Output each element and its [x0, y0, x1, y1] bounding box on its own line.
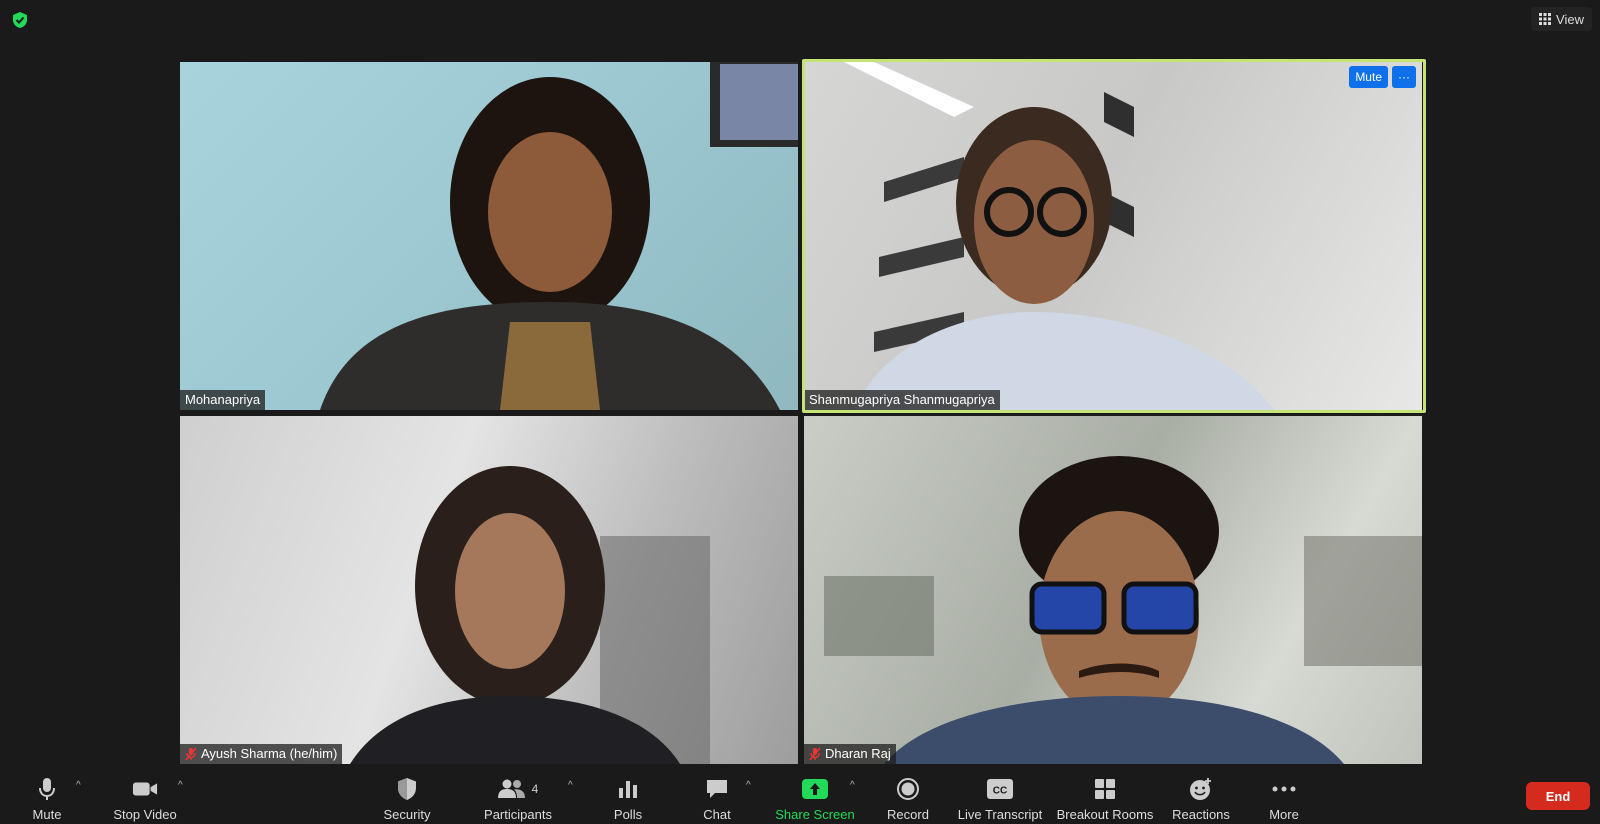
reactions-button[interactable]: Reactions	[1172, 768, 1230, 824]
svg-text:CC: CC	[993, 786, 1007, 797]
participant-name: Ayush Sharma (he/him)	[201, 746, 338, 761]
participant-name: Mohanapriya	[185, 392, 261, 407]
live-transcript-button[interactable]: CC Live Transcript	[958, 768, 1042, 824]
security-label: Security	[383, 807, 431, 822]
mute-button[interactable]: Mute	[22, 768, 72, 824]
polls-label: Polls	[613, 807, 643, 822]
participant-video	[824, 456, 1422, 764]
more-button[interactable]: More	[1267, 768, 1301, 824]
meeting-toolbar: Mute ^ Stop Video ^ Security 4 Participa…	[0, 768, 1600, 824]
live-transcript-label: Live Transcript	[957, 807, 1043, 822]
polls-icon	[615, 776, 641, 802]
participants-options-caret[interactable]: ^	[568, 780, 573, 791]
breakout-rooms-button[interactable]: Breakout Rooms	[1056, 768, 1154, 824]
microphone-muted-icon	[809, 747, 821, 761]
share-screen-button[interactable]: Share Screen	[775, 768, 855, 824]
active-speaker-border	[802, 59, 1426, 413]
reactions-smiley-icon	[1188, 776, 1214, 802]
polls-button[interactable]: Polls	[612, 768, 644, 824]
chat-bubble-icon	[704, 776, 730, 802]
more-label: More	[1269, 807, 1299, 822]
participants-count: 4	[531, 782, 539, 796]
participant-video	[350, 466, 710, 764]
end-meeting-button[interactable]: End	[1526, 782, 1590, 810]
microphone-icon	[34, 776, 60, 802]
participants-icon: 4	[493, 776, 543, 802]
participants-button[interactable]: 4 Participants	[482, 768, 554, 824]
breakout-rooms-icon	[1092, 776, 1118, 802]
chat-options-caret[interactable]: ^	[746, 780, 751, 791]
ellipsis-icon	[1271, 776, 1297, 802]
video-camera-icon	[132, 776, 158, 802]
audio-options-caret[interactable]: ^	[76, 780, 81, 791]
video-tile-ayush-sharma[interactable]: Ayush Sharma (he/him)	[180, 416, 798, 764]
stop-video-button[interactable]: Stop Video	[110, 768, 180, 824]
reactions-label: Reactions	[1172, 807, 1230, 822]
record-icon	[895, 776, 921, 802]
closed-captions-icon: CC	[987, 776, 1013, 802]
stop-video-label: Stop Video	[113, 807, 177, 822]
participant-video	[320, 62, 798, 410]
name-tag: Dharan Raj	[804, 744, 896, 764]
share-screen-icon	[802, 776, 828, 802]
microphone-muted-icon	[185, 747, 197, 761]
share-screen-label: Share Screen	[775, 807, 855, 822]
security-shield-icon	[394, 776, 420, 802]
name-tag: Mohanapriya	[180, 390, 266, 410]
record-button[interactable]: Record	[886, 768, 930, 824]
video-options-caret[interactable]: ^	[178, 780, 183, 791]
video-tile-mohanapriya[interactable]: Mohanapriya	[180, 62, 798, 410]
name-tag: Ayush Sharma (he/him)	[180, 744, 343, 764]
chat-button[interactable]: Chat	[700, 768, 734, 824]
share-options-caret[interactable]: ^	[850, 780, 855, 791]
view-button[interactable]: View	[1531, 7, 1592, 31]
video-tile-dharan-raj[interactable]: Dharan Raj	[804, 416, 1422, 764]
mute-label: Mute	[32, 807, 62, 822]
record-label: Record	[887, 807, 929, 822]
grid-icon	[1539, 13, 1552, 25]
breakout-rooms-label: Breakout Rooms	[1056, 807, 1154, 822]
security-button[interactable]: Security	[380, 768, 434, 824]
participant-name: Dharan Raj	[825, 746, 891, 761]
view-label: View	[1556, 11, 1584, 27]
participants-label: Participants	[484, 807, 552, 822]
chat-label: Chat	[703, 807, 731, 822]
encryption-shield-icon[interactable]	[10, 10, 30, 30]
